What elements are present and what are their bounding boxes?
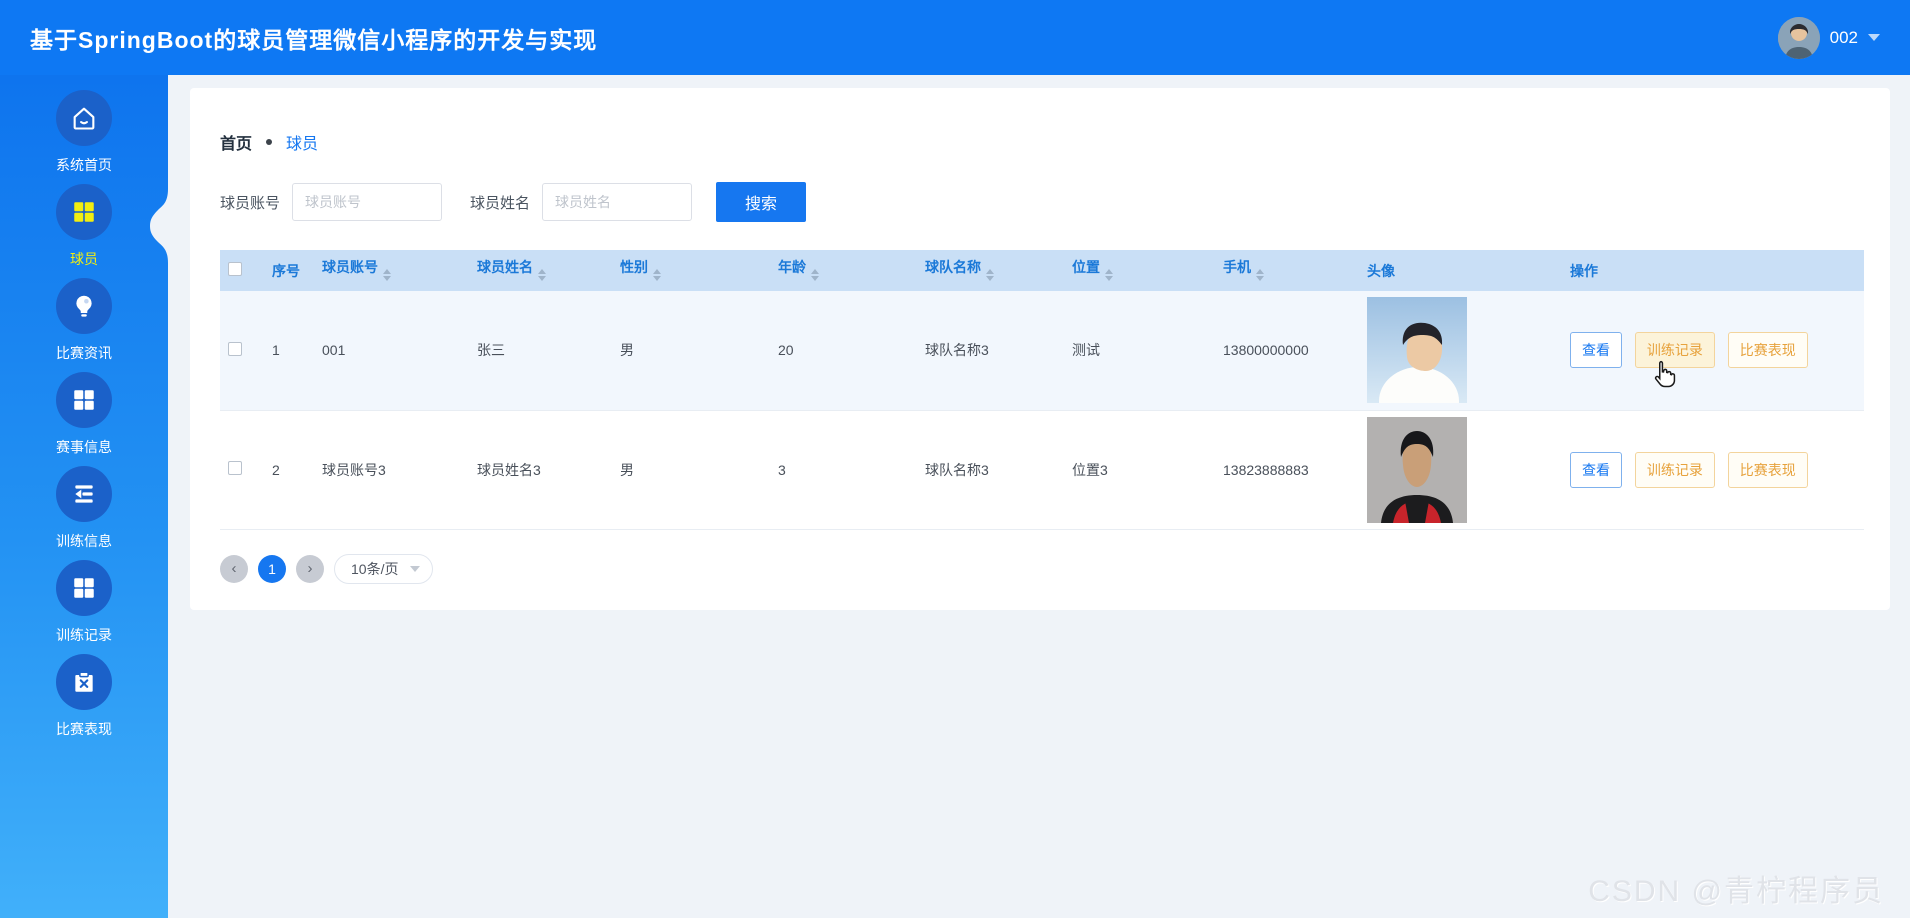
training-records-button[interactable]: 训练记录: [1635, 332, 1715, 368]
training-records-button[interactable]: 训练记录: [1635, 452, 1715, 488]
table-header-row: 序号 球员账号 球员姓名 性别 年龄 球队名称 位置 手机 头像 操作: [220, 250, 1864, 291]
cell-account: 球员账号3: [314, 410, 469, 529]
sidebar-item-training-info[interactable]: 训练信息: [0, 461, 168, 555]
sort-icon[interactable]: [1256, 265, 1264, 285]
search-button[interactable]: 搜索: [716, 182, 806, 222]
bulb-icon: [56, 278, 112, 334]
grid-icon: [56, 184, 112, 240]
grid-icon: [56, 560, 112, 616]
page-1-button[interactable]: 1: [258, 555, 286, 583]
cell-name: 球员姓名3: [469, 410, 612, 529]
top-header: 基于SpringBoot的球员管理微信小程序的开发与实现 002: [0, 0, 1910, 75]
name-input[interactable]: [542, 183, 692, 221]
main-content: 首页 球员 球员账号 球员姓名 搜索 序号 球员账号 球员姓名: [168, 75, 1910, 918]
active-item-notch: [150, 189, 168, 263]
sidebar-item-label: 系统首页: [56, 155, 112, 175]
row-checkbox[interactable]: [228, 461, 242, 475]
sidebar-item-training-records[interactable]: 训练记录: [0, 555, 168, 649]
cell-phone: 13800000000: [1215, 291, 1359, 410]
view-button[interactable]: 查看: [1570, 452, 1622, 488]
col-phone[interactable]: 手机: [1215, 250, 1359, 291]
match-performance-button[interactable]: 比赛表现: [1728, 452, 1808, 488]
next-page-button[interactable]: ›: [296, 555, 324, 583]
col-avatar: 头像: [1359, 250, 1562, 291]
col-age[interactable]: 年龄: [770, 250, 917, 291]
watermark-text: CSDN @青柠程序员: [1588, 866, 1884, 910]
players-panel: 首页 球员 球员账号 球员姓名 搜索 序号 球员账号 球员姓名: [190, 88, 1890, 610]
sidebar-item-label: 赛事信息: [56, 437, 112, 457]
breadcrumb-separator-dot: [266, 139, 272, 145]
sort-icon[interactable]: [1105, 265, 1113, 285]
sidebar-item-match-performance[interactable]: 比赛表现: [0, 649, 168, 743]
sort-icon[interactable]: [653, 265, 661, 285]
page-size-value: 10条/页: [351, 559, 398, 579]
prev-page-button[interactable]: ‹: [220, 555, 248, 583]
sort-icon[interactable]: [383, 265, 391, 285]
sidebar-item-label: 比赛资讯: [56, 343, 112, 363]
user-avatar-photo: [1778, 17, 1820, 59]
cell-index: 1: [264, 291, 314, 410]
pagination: ‹ 1 › 10条/页: [220, 554, 1860, 584]
sidebar-item-label: 比赛表现: [56, 719, 112, 739]
account-input[interactable]: [292, 183, 442, 221]
sidebar: 系统首页 球员 比赛资讯: [0, 75, 168, 918]
user-id-label: 002: [1830, 28, 1858, 48]
sort-icon[interactable]: [538, 265, 546, 285]
col-position[interactable]: 位置: [1064, 250, 1215, 291]
sidebar-item-label: 训练记录: [56, 625, 112, 645]
breadcrumb: 首页 球员: [220, 132, 1860, 152]
col-gender[interactable]: 性别: [612, 250, 770, 291]
sidebar-item-system-home[interactable]: 系统首页: [0, 85, 168, 179]
grid-icon: [56, 372, 112, 428]
breadcrumb-current[interactable]: 球员: [286, 130, 318, 154]
sort-icon[interactable]: [811, 265, 819, 285]
col-index: 序号: [264, 250, 314, 291]
table-row: 1 001 张三 男 20 球队名称3 测试 13800000000: [220, 291, 1864, 410]
breadcrumb-home[interactable]: 首页: [220, 130, 252, 154]
players-table: 序号 球员账号 球员姓名 性别 年龄 球队名称 位置 手机 头像 操作 1 00…: [220, 250, 1864, 530]
clipboard-x-icon: [56, 654, 112, 710]
cell-age: 3: [770, 410, 917, 529]
cell-team: 球队名称3: [917, 291, 1064, 410]
account-field-label: 球员账号: [220, 192, 280, 213]
row-checkbox[interactable]: [228, 342, 242, 356]
chevron-down-icon: [410, 566, 420, 577]
cell-gender: 男: [612, 291, 770, 410]
col-name[interactable]: 球员姓名: [469, 250, 612, 291]
player-photo: [1367, 417, 1467, 523]
cell-team: 球队名称3: [917, 410, 1064, 529]
sidebar-item-label: 训练信息: [56, 531, 112, 551]
sidebar-item-event-info[interactable]: 赛事信息: [0, 367, 168, 461]
sidebar-item-label: 球员: [70, 249, 98, 269]
cell-name: 张三: [469, 291, 612, 410]
col-account[interactable]: 球员账号: [314, 250, 469, 291]
home-icon: [56, 90, 112, 146]
page-size-select[interactable]: 10条/页: [334, 554, 433, 584]
chevron-down-icon: [1868, 34, 1880, 47]
cell-index: 2: [264, 410, 314, 529]
cell-phone: 13823888883: [1215, 410, 1359, 529]
col-team[interactable]: 球队名称: [917, 250, 1064, 291]
view-button[interactable]: 查看: [1570, 332, 1622, 368]
table-row: 2 球员账号3 球员姓名3 男 3 球队名称3 位置3 13823888883: [220, 410, 1864, 529]
col-actions: 操作: [1562, 250, 1864, 291]
cell-age: 20: [770, 291, 917, 410]
name-field-label: 球员姓名: [470, 192, 530, 213]
player-photo: [1367, 297, 1467, 403]
user-menu[interactable]: 002: [1778, 17, 1880, 59]
cell-position: 测试: [1064, 291, 1215, 410]
app-title: 基于SpringBoot的球员管理微信小程序的开发与实现: [30, 21, 597, 55]
sidebar-item-players[interactable]: 球员: [0, 179, 168, 273]
cell-account: 001: [314, 291, 469, 410]
match-performance-button[interactable]: 比赛表现: [1728, 332, 1808, 368]
list-arrow-icon: [56, 466, 112, 522]
select-all-checkbox[interactable]: [228, 262, 242, 276]
sort-icon[interactable]: [986, 265, 994, 285]
sidebar-item-match-news[interactable]: 比赛资讯: [0, 273, 168, 367]
search-form: 球员账号 球员姓名 搜索: [220, 182, 1860, 222]
cell-position: 位置3: [1064, 410, 1215, 529]
user-avatar[interactable]: [1778, 17, 1820, 59]
cell-gender: 男: [612, 410, 770, 529]
